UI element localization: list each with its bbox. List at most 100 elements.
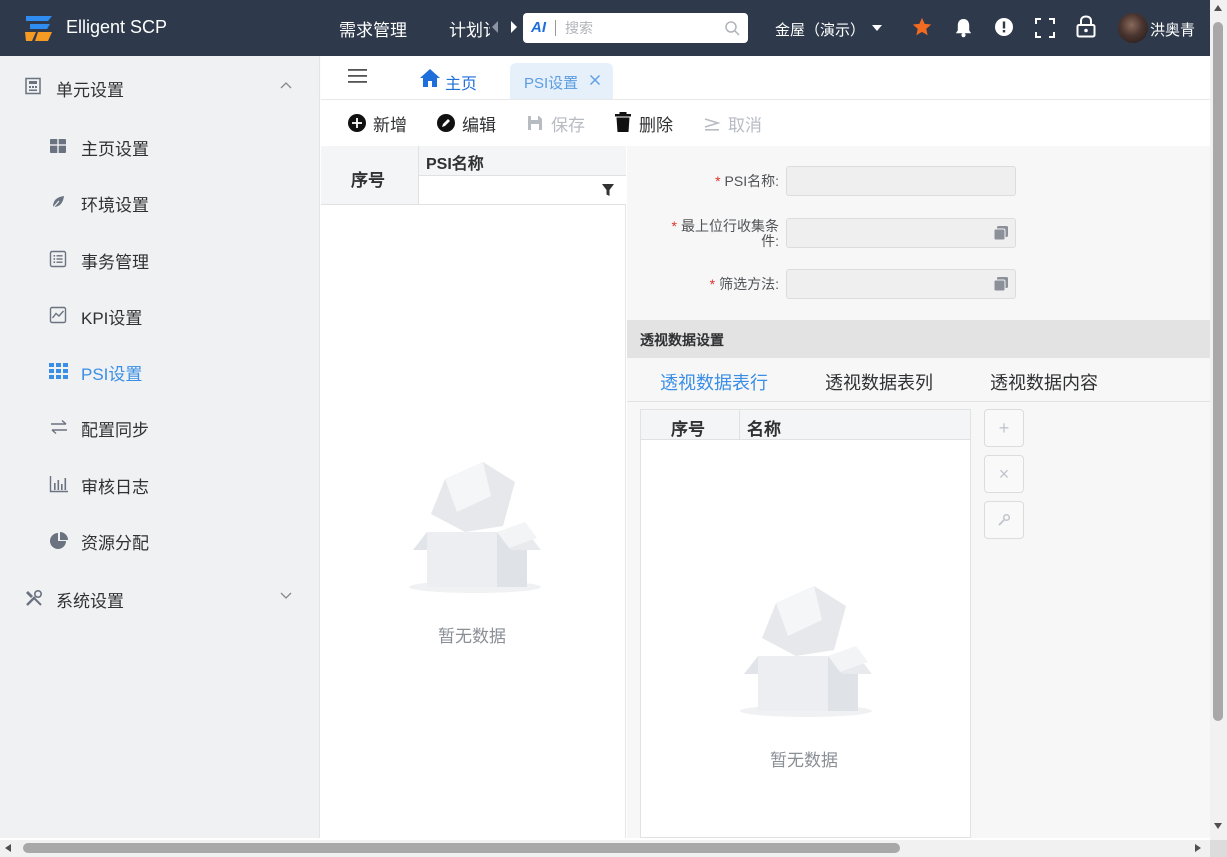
empty-state-text: 暂无数据 [438,627,506,646]
required-mark: * [715,173,721,189]
column-header-label: 名称 [747,420,781,439]
column-header-psi-name[interactable]: PSI名称 [419,146,626,176]
add-button-label: 新增 [373,116,407,135]
nav-scroll-right-icon[interactable] [511,21,517,33]
psi-name-filter-cell[interactable] [419,176,626,205]
empty-box-illustration [409,462,541,593]
sidebar-item-kpi-settings[interactable]: KPI设置 [0,293,320,337]
ai-icon[interactable]: AI [531,19,546,36]
app-root: Elligent SCP 需求管理 计划计 AI 金屋（演示） [0,0,1227,857]
tools-icon [26,589,43,606]
pivot-tabs: 透视数据表行 透视数据表列 透视数据内容 [627,358,1210,402]
sidebar-item-label: PSI设置 [81,365,143,384]
column-header-label: 序号 [351,171,385,190]
sidebar-group-unit-settings[interactable]: 单元设置 [0,65,320,109]
pivot-grid-header: 序号 名称 [641,410,970,440]
fullscreen-icon[interactable] [1035,18,1055,38]
condition-label-line2: 件: [761,233,779,249]
column-header-index[interactable]: 序号 [321,146,419,205]
sync-arrows-icon [51,419,67,435]
nav-scroll-left-icon[interactable] [492,21,498,33]
pivot-rows-grid: 序号 名称 暂无数据 [640,409,971,838]
scroll-up-icon[interactable] [1214,5,1222,11]
home-icon [420,69,440,87]
top-row-condition-field[interactable] [786,218,1016,248]
search-input[interactable] [565,18,715,38]
alert-icon[interactable] [994,17,1014,37]
sidebar-item-label: KPI设置 [81,309,143,328]
column-header-label: 序号 [671,420,705,439]
required-mark: * [671,218,677,234]
delete-button-label: 删除 [639,116,673,135]
filter-method-field[interactable] [786,269,1016,299]
edit-icon [437,114,455,132]
sidebar: 单元设置 主页设置 环境设置 事务管理 KPI设置 PSI设置 配置同步 审核日… [0,56,320,838]
chevron-down-icon[interactable] [280,592,292,600]
psi-list-grid: 序号 PSI名称 暂无数据 [321,146,626,838]
lock-icon[interactable] [1076,15,1096,38]
scroll-right-icon[interactable] [1195,844,1201,852]
top-bar: Elligent SCP 需求管理 计划计 AI 金屋（演示） [0,0,1210,56]
filter-method-label-text: 筛选方法: [719,276,779,292]
cancel-icon [704,118,721,131]
tab-pivot-content[interactable]: 透视数据内容 [990,369,1098,395]
home-grid-icon [50,139,66,153]
bell-icon[interactable] [954,17,973,38]
nav-planning[interactable]: 计划计 [449,16,490,41]
scroll-left-icon[interactable] [5,844,11,852]
tenant-selector[interactable]: 金屋（演示） [775,19,865,40]
bar-chart-icon [49,476,68,493]
sidebar-item-label: 审核日志 [81,478,149,497]
avatar[interactable] [1118,13,1148,43]
grid-icon [49,363,68,379]
cancel-button-label: 取消 [728,116,762,135]
sidebar-item-audit-log[interactable]: 审核日志 [0,462,320,506]
tab-pivot-rows[interactable]: 透视数据表行 [660,369,768,395]
nav-demand-management[interactable]: 需求管理 [339,16,407,41]
chevron-up-icon[interactable] [280,81,292,89]
sidebar-item-config-sync[interactable]: 配置同步 [0,405,320,449]
menu-toggle-icon[interactable] [348,68,368,84]
pivot-section-header: 透视数据设置 [627,320,1210,358]
scroll-down-icon[interactable] [1214,823,1222,829]
configure-button[interactable] [984,501,1024,539]
psi-name-field[interactable] [786,166,1016,196]
toolbar: 新增 编辑 保存 删除 取消 [321,100,1210,146]
add-row-button[interactable]: + [984,409,1024,447]
leaf-icon [51,196,64,210]
sidebar-item-label: 事务管理 [81,253,149,272]
logo-icon [25,16,52,41]
tab-psi-settings[interactable]: PSI设置 [510,63,613,99]
horizontal-scrollbar[interactable] [0,840,1210,857]
sidebar-item-resource-allocation[interactable]: 资源分配 [0,518,320,562]
tab-pivot-columns[interactable]: 透视数据表列 [825,369,933,395]
search-divider [555,20,556,36]
column-header-index[interactable]: 序号 [641,410,740,440]
empty-box-illustration [740,586,872,717]
psi-detail-panel: * PSI名称: * 最上位行收集条 件: * 筛选方法: 透视数据设置 透视数据表行… [627,146,1210,838]
sidebar-item-transaction-management[interactable]: 事务管理 [0,237,320,281]
sidebar-item-psi-settings[interactable]: PSI设置 [0,349,320,393]
copy-icon[interactable] [993,276,1009,292]
chevron-down-icon[interactable] [872,25,882,31]
vertical-scrollbar[interactable] [1210,0,1227,840]
search-icon[interactable] [724,20,740,36]
psi-name-label: * PSI名称: [657,174,779,189]
vertical-scroll-thumb[interactable] [1213,22,1223,721]
sidebar-group-system-settings[interactable]: 系统设置 [0,576,320,620]
sidebar-item-environment-settings[interactable]: 环境设置 [0,180,320,224]
scrollbar-corner [1210,840,1227,857]
sidebar-group-label: 单元设置 [56,81,124,100]
save-icon [528,116,542,130]
close-icon[interactable] [589,74,601,86]
copy-icon[interactable] [993,225,1009,241]
user-name[interactable]: 洪奥青 [1150,19,1195,40]
sidebar-item-label: 资源分配 [81,534,149,553]
horizontal-scroll-thumb[interactable] [23,843,900,853]
remove-row-button[interactable]: × [984,455,1024,493]
filter-icon[interactable] [601,183,615,197]
star-icon[interactable] [911,16,933,38]
sidebar-item-home-settings[interactable]: 主页设置 [0,124,320,168]
global-search[interactable]: AI [523,13,748,43]
list-icon [49,250,67,268]
